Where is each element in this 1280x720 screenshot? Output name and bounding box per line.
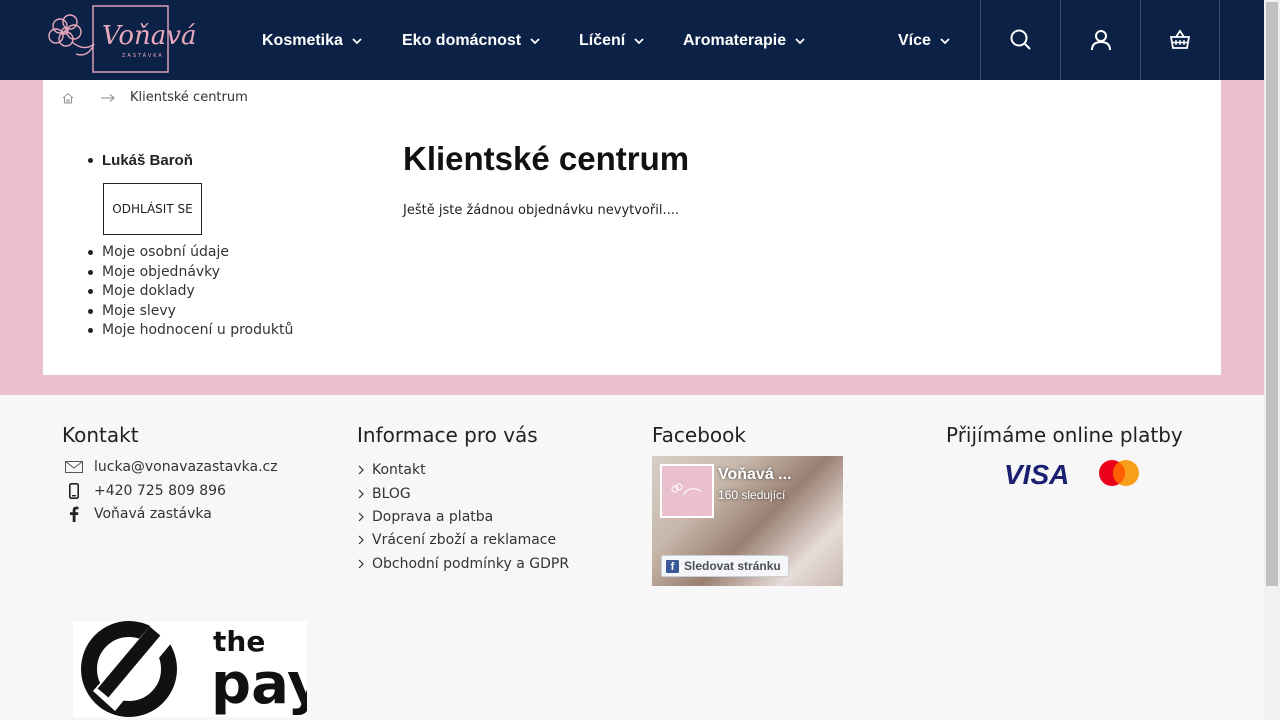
search-icon xyxy=(1010,29,1031,50)
chevron-right-icon xyxy=(358,489,364,499)
footer-link-label: BLOG xyxy=(372,486,411,502)
envelope-icon xyxy=(64,458,84,476)
user-icon xyxy=(1090,30,1111,51)
sidebar-item-label: Moje doklady xyxy=(102,283,195,299)
thepay-logo: the pay xyxy=(73,621,324,717)
bullet xyxy=(88,288,93,294)
nav-label: Eko domácnost xyxy=(402,32,522,49)
svg-text:ZASTÁVKA: ZASTÁVKA xyxy=(122,52,164,59)
arrow-right-icon xyxy=(101,93,115,102)
cart-button[interactable] xyxy=(1140,0,1220,80)
breadcrumb-current: Klientské centrum xyxy=(130,90,248,105)
page-scrollbar[interactable] xyxy=(1264,0,1280,720)
chevron-right-icon xyxy=(358,512,364,522)
footer-email[interactable]: lucka@vonavazastavka.cz xyxy=(64,458,278,476)
mastercard-logo-icon xyxy=(1099,460,1139,486)
bullet xyxy=(88,158,93,163)
bullet xyxy=(88,308,93,314)
bullet xyxy=(88,249,93,255)
facebook-text: Voňavá zastávka xyxy=(94,506,212,522)
user-name: Lukáš Baroň xyxy=(102,152,193,169)
nav-aromaterapie[interactable]: Aromaterapie xyxy=(683,29,806,53)
phone-icon xyxy=(64,482,84,500)
facebook-logo-icon: f xyxy=(666,559,679,573)
facebook-page-avatar[interactable] xyxy=(660,464,714,518)
email-text: lucka@vonavazastavka.cz xyxy=(94,459,278,475)
footer-link-returns[interactable]: Vrácení zboží a reklamace xyxy=(358,532,556,548)
facebook-followers: 160 sledující xyxy=(718,488,786,502)
site-logo[interactable]: Voňavá ZASTÁVKA xyxy=(44,4,196,76)
footer-info-heading: Informace pro vás xyxy=(357,423,538,447)
sidebar-item-documents[interactable]: Moje doklady xyxy=(88,283,195,299)
footer-payments-heading: Přijímáme online platby xyxy=(946,423,1183,447)
footer-link-kontakt[interactable]: Kontakt xyxy=(358,462,426,478)
empty-orders-message: Ještě jste žádnou objednávku nevytvořil.… xyxy=(403,203,679,218)
footer-link-shipping[interactable]: Doprava a platba xyxy=(358,509,493,525)
sidebar-item-discounts[interactable]: Moje slevy xyxy=(88,303,176,319)
phone-text: +420 725 809 896 xyxy=(94,483,226,499)
sidebar-item-label: Moje slevy xyxy=(102,303,176,319)
chevron-down-icon xyxy=(940,38,950,45)
footer-phone[interactable]: +420 725 809 896 xyxy=(64,482,226,500)
facebook-follow-button[interactable]: f Sledovat stránku xyxy=(661,555,789,577)
sidebar-item-reviews[interactable]: Moje hodnocení u produktů xyxy=(88,322,293,338)
nav-kosmetika[interactable]: Kosmetika xyxy=(262,29,363,53)
basket-icon xyxy=(1169,29,1191,49)
sidebar-item-personal-info[interactable]: Moje osobní údaje xyxy=(88,244,229,260)
chevron-down-icon xyxy=(530,38,540,45)
footer-link-blog[interactable]: BLOG xyxy=(358,486,411,502)
footer-link-label: Vrácení zboží a reklamace xyxy=(372,532,557,548)
bullet xyxy=(88,327,93,333)
footer-link-label: Kontakt xyxy=(372,462,426,478)
breadcrumb: Klientské centrum xyxy=(62,90,248,105)
chevron-down-icon xyxy=(352,38,362,45)
nav-label: Více xyxy=(898,32,931,49)
page-title: Klientské centrum xyxy=(403,140,690,177)
footer-link-label: Doprava a platba xyxy=(372,509,494,525)
nav-vice[interactable]: Více xyxy=(898,29,951,53)
sidebar-item-label: Moje osobní údaje xyxy=(102,244,229,260)
facebook-page-name[interactable]: Voňavá ... xyxy=(718,466,792,484)
footer-link-terms[interactable]: Obchodní podmínky a GDPR xyxy=(358,556,569,572)
svg-text:Voňavá: Voňavá xyxy=(102,21,196,51)
chevron-down-icon xyxy=(795,38,805,45)
chevron-right-icon xyxy=(358,559,364,569)
footer-link-label: Obchodní podmínky a GDPR xyxy=(372,556,570,572)
logout-button[interactable]: ODHLÁSIT SE xyxy=(103,183,202,235)
bullet xyxy=(88,269,93,275)
account-button[interactable] xyxy=(1060,0,1140,80)
nav-label: Aromaterapie xyxy=(683,32,787,49)
sidebar-item-orders[interactable]: Moje objednávky xyxy=(88,264,220,280)
footer-facebook-heading: Facebook xyxy=(652,423,746,447)
chevron-right-icon xyxy=(358,465,364,475)
nav-eko-domacnost[interactable]: Eko domácnost xyxy=(402,29,541,53)
nav-liceni[interactable]: Líčení xyxy=(579,29,645,53)
chevron-right-icon xyxy=(358,535,364,545)
footer-contact-heading: Kontakt xyxy=(62,423,139,447)
home-icon[interactable] xyxy=(62,92,74,104)
facebook-page-widget[interactable]: Voňavá ... 160 sledující f Sledovat strá… xyxy=(652,456,843,586)
scrollbar-thumb[interactable] xyxy=(1266,2,1278,586)
sidebar-item-label: Moje hodnocení u produktů xyxy=(102,322,294,338)
nav-label: Líčení xyxy=(579,32,626,49)
facebook-icon xyxy=(64,505,84,523)
sidebar-item-label: Moje objednávky xyxy=(102,264,221,280)
sidebar-user: Lukáš Baroň xyxy=(88,152,193,169)
nav-label: Kosmetika xyxy=(262,32,343,49)
follow-label: Sledovat stránku xyxy=(684,559,781,573)
svg-text:pay: pay xyxy=(211,652,307,717)
visa-logo: VISA xyxy=(1004,459,1070,490)
footer-facebook[interactable]: Voňavá zastávka xyxy=(64,505,212,523)
chevron-down-icon xyxy=(634,38,644,45)
search-button[interactable] xyxy=(980,0,1060,80)
site-header: Voňavá ZASTÁVKA Kosmetika Eko domácnost … xyxy=(0,0,1264,80)
